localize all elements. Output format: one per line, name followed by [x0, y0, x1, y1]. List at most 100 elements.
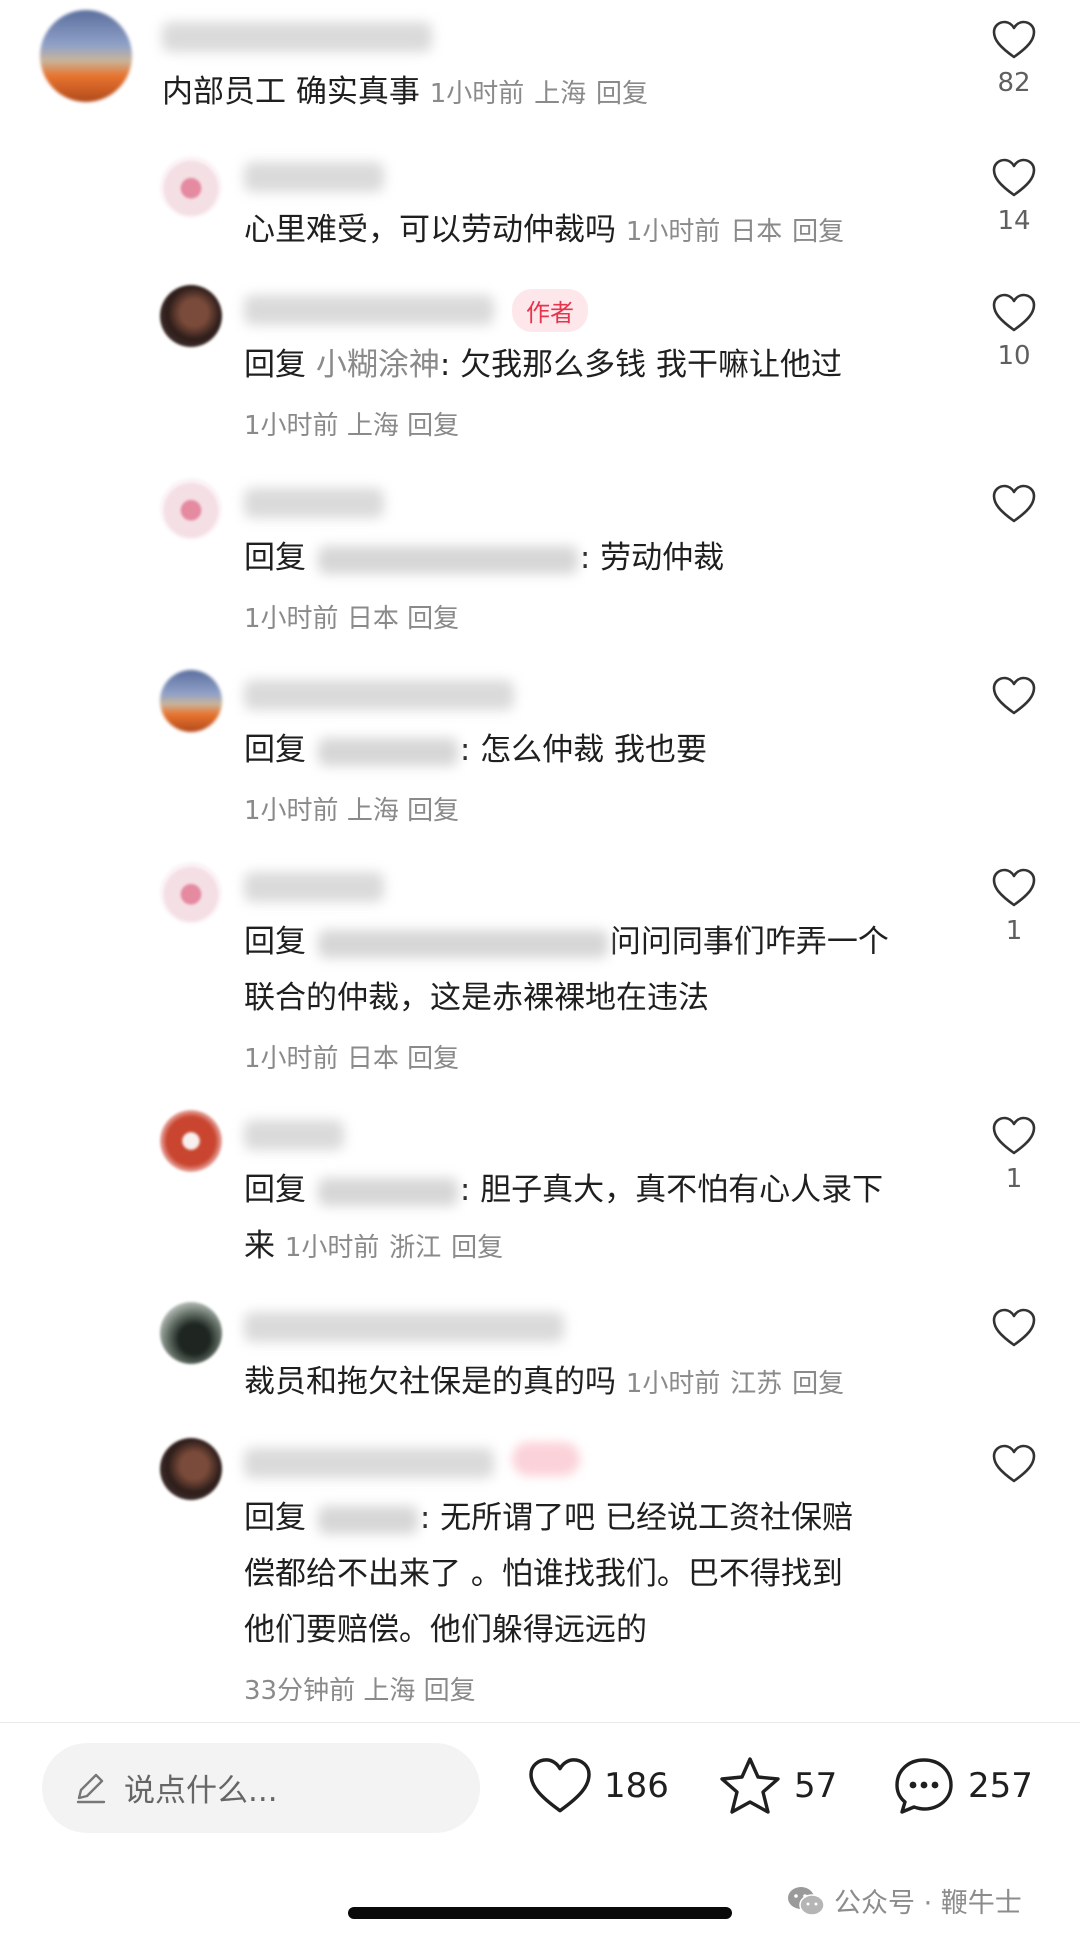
heart-icon[interactable] — [992, 158, 1036, 198]
username-blurred[interactable] — [244, 1448, 494, 1478]
comment-time: 1小时前 — [244, 1044, 339, 1074]
reply-target-blurred[interactable] — [317, 545, 578, 574]
comment-body: 内部员工 确实真事 1小时前 上海 回复 — [162, 64, 962, 122]
reply-button[interactable]: 回复 — [407, 411, 459, 441]
comment-text-continued: 他们要赔偿。他们躲得远远的 — [244, 1612, 647, 1648]
username-blurred[interactable] — [244, 162, 384, 192]
reply-target[interactable]: 小糊涂神 — [316, 347, 440, 383]
favorite-button[interactable]: 57 — [718, 1751, 837, 1821]
like-button[interactable]: 186 — [528, 1751, 669, 1821]
avatar[interactable] — [40, 10, 132, 102]
reply-target-blurred[interactable] — [317, 1505, 418, 1534]
like-group[interactable]: 14 — [984, 158, 1044, 236]
username-blurred[interactable] — [244, 488, 384, 518]
comment-body: 回复 问问同事们咋弄一个 联合的仲裁，这是赤裸裸地在违法 — [244, 914, 944, 1026]
username-blurred[interactable] — [244, 295, 494, 325]
comment-location: 日本 — [730, 217, 783, 247]
username-blurred[interactable] — [162, 22, 432, 52]
username-blurred[interactable] — [244, 680, 514, 710]
comment-text: : 劳动仲裁 — [579, 540, 725, 576]
comment-input[interactable]: 说点什么... — [42, 1743, 480, 1833]
avatar[interactable] — [160, 670, 222, 732]
avatar[interactable] — [160, 478, 222, 540]
comment-body: 回复 小糊涂神: 欠我那么多钱 我干嘛让他过 — [244, 337, 944, 393]
like-group[interactable] — [984, 676, 1044, 716]
comment-time: 1小时前 — [625, 217, 721, 247]
username-blurred[interactable] — [244, 1120, 344, 1150]
comment-text: : 胆子真大，真不怕有心人录下 — [459, 1172, 884, 1208]
like-count: 186 — [604, 1766, 669, 1806]
reply-button[interactable]: 回复 — [407, 1044, 459, 1074]
avatar[interactable] — [160, 862, 222, 924]
comment-location: 江苏 — [730, 1369, 783, 1399]
reply-button[interactable]: 回复 — [451, 1233, 503, 1263]
home-indicator[interactable] — [348, 1907, 732, 1919]
comment-location: 日本 — [346, 604, 399, 634]
avatar[interactable] — [160, 1110, 222, 1172]
like-group[interactable]: 82 — [984, 20, 1044, 98]
star-icon — [720, 1757, 780, 1814]
reply-button[interactable]: 回复 — [424, 1676, 476, 1706]
comment-body: 回复 : 劳动仲裁 — [244, 530, 944, 586]
like-group[interactable] — [984, 484, 1044, 524]
comment-body: 回复 : 怎么仲裁 我也要 — [244, 722, 944, 778]
avatar[interactable] — [160, 1302, 222, 1364]
like-group[interactable]: 10 — [984, 293, 1044, 371]
heart-icon — [529, 1758, 591, 1813]
pencil-icon — [76, 1773, 106, 1804]
like-count: 14 — [997, 206, 1031, 236]
comment-text: 问问同事们咋弄一个 — [609, 924, 889, 960]
comment-location: 上海 — [363, 1676, 416, 1706]
watermark: 公众号 · 鞭牛士 — [786, 1881, 1022, 1920]
comment-meta: 1小时前 日本 回复 — [244, 1038, 459, 1075]
comment-location: 上海 — [534, 79, 587, 109]
reply-button[interactable]: 回复 — [407, 796, 459, 826]
username-blurred[interactable] — [244, 1312, 564, 1342]
comment-text-continued: 联合的仲裁，这是赤裸裸地在违法 — [244, 980, 709, 1016]
author-badge-blurred — [512, 1442, 580, 1476]
comment-time: 1小时前 — [244, 796, 339, 826]
reply-target-blurred[interactable] — [317, 929, 608, 958]
heart-icon[interactable] — [992, 676, 1036, 716]
like-group[interactable] — [984, 1444, 1044, 1484]
heart-icon[interactable] — [992, 1116, 1036, 1156]
comment-time: 1小时前 — [429, 79, 525, 109]
comment-meta: 1小时前 日本 回复 — [244, 598, 459, 635]
reply-prefix: 回复 — [244, 1500, 306, 1536]
heart-icon[interactable] — [992, 484, 1036, 524]
heart-icon[interactable] — [992, 20, 1036, 60]
heart-icon[interactable] — [992, 293, 1036, 333]
comment-text: : 无所谓了吧 已经说工资社保赔 — [419, 1500, 854, 1536]
reply-button[interactable]: 回复 — [792, 1369, 844, 1399]
like-count: 82 — [997, 68, 1031, 98]
comment-body: 回复 : 无所谓了吧 已经说工资社保赔 偿都给不出来了 。怕谁找我们。巴不得找到… — [244, 1490, 944, 1658]
comment-time: 1小时前 — [284, 1233, 380, 1263]
reply-button[interactable]: 回复 — [407, 604, 459, 634]
heart-icon[interactable] — [992, 868, 1036, 908]
wechat-icon — [788, 1886, 825, 1916]
comment-text: 裁员和拖欠社保是的真的吗 — [244, 1364, 616, 1400]
comment-body: 心里难受，可以劳动仲裁吗 1小时前 日本 回复 — [244, 202, 944, 260]
like-group[interactable] — [984, 1308, 1044, 1348]
comment-location: 日本 — [346, 1044, 399, 1074]
reply-button[interactable]: 回复 — [596, 79, 648, 109]
like-group[interactable]: 1 — [984, 868, 1044, 946]
comment-bubble-icon — [895, 1758, 953, 1814]
reply-button[interactable]: 回复 — [792, 217, 844, 247]
heart-icon[interactable] — [992, 1308, 1036, 1348]
reply-target-blurred[interactable] — [317, 1177, 458, 1206]
like-group[interactable]: 1 — [984, 1116, 1044, 1194]
reply-prefix: 回复 — [244, 732, 306, 768]
username-blurred[interactable] — [244, 872, 384, 902]
avatar[interactable] — [160, 1438, 222, 1500]
comment-time: 1小时前 — [244, 604, 339, 634]
heart-icon[interactable] — [992, 1444, 1036, 1484]
comment-button[interactable]: 257 — [892, 1751, 1033, 1821]
avatar[interactable] — [160, 156, 222, 218]
reply-prefix: 回复 — [244, 1172, 306, 1208]
comment-text-continued: 来 — [244, 1228, 275, 1264]
reply-target-blurred[interactable] — [317, 737, 458, 766]
comment-count: 257 — [968, 1766, 1033, 1806]
avatar[interactable] — [160, 285, 222, 347]
comment-text-continued: 偿都给不出来了 。怕谁找我们。巴不得找到 — [244, 1556, 843, 1592]
